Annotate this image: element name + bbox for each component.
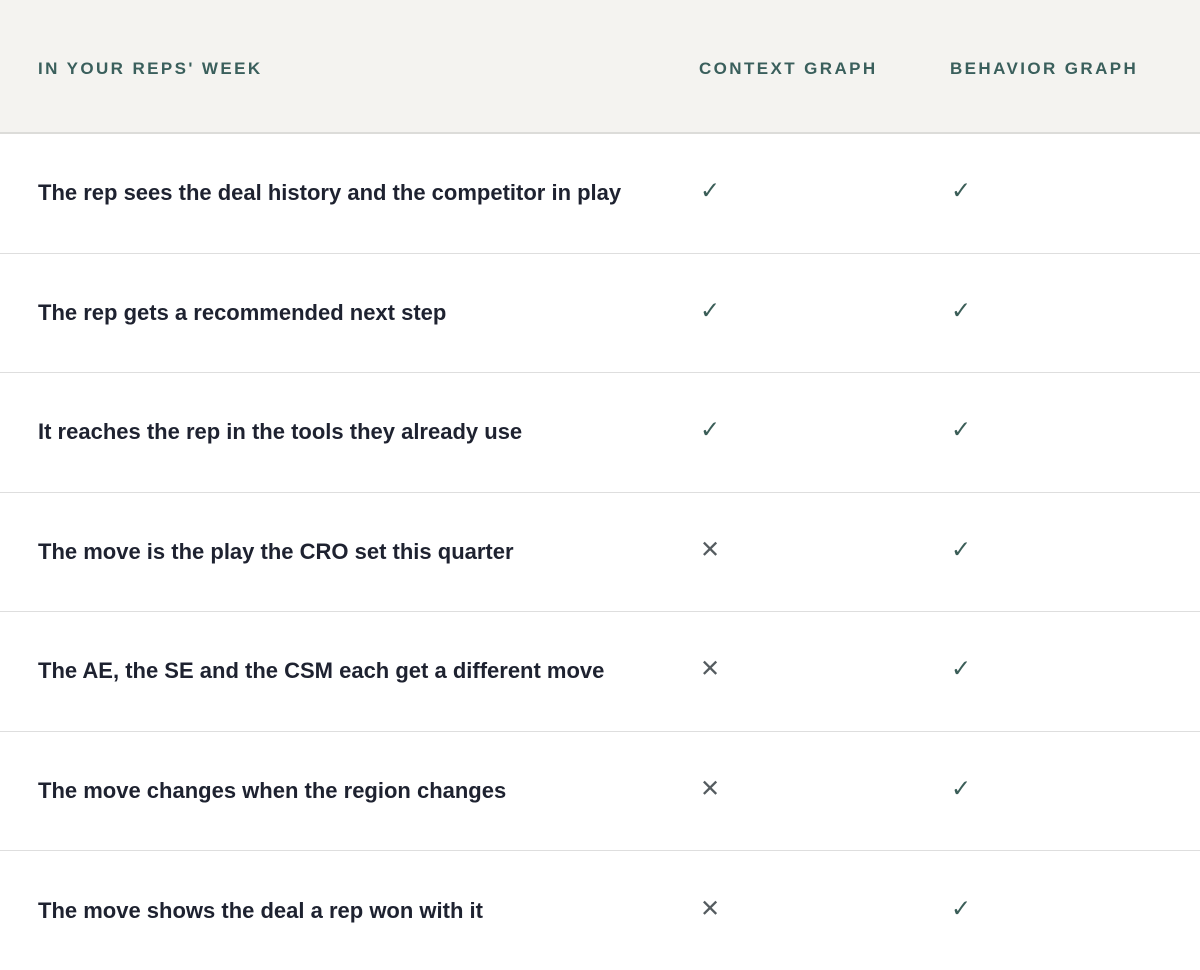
row-label: The move is the play the CRO set this qu… — [38, 538, 514, 564]
check-icon: ✓ — [951, 774, 972, 803]
check-icon: ✓ — [951, 415, 972, 444]
cross-icon: ✕ — [700, 774, 721, 803]
table-row: The rep sees the deal history and the co… — [0, 134, 1200, 254]
table-row: The move is the play the CRO set this qu… — [0, 493, 1200, 612]
row-label: The rep sees the deal history and the co… — [38, 180, 622, 206]
table-row: The move shows the deal a rep won with i… — [0, 851, 1200, 970]
check-icon: ✓ — [951, 296, 972, 325]
row-label: The rep gets a recommended next step — [38, 299, 447, 325]
row-label: The AE, the SE and the CSM each get a di… — [38, 658, 605, 684]
table-row: The AE, the SE and the CSM each get a di… — [0, 612, 1200, 732]
comparison-table: IN YOUR REPS' WEEK CONTEXT GRAPH BEHAVIO… — [0, 0, 1200, 970]
row-label: The move shows the deal a rep won with i… — [38, 897, 483, 923]
check-icon: ✓ — [951, 176, 972, 205]
row-label: It reaches the rep in the tools they alr… — [38, 419, 523, 445]
column-header-behavior-graph: BEHAVIOR GRAPH — [950, 59, 1139, 78]
check-icon: ✓ — [700, 415, 721, 444]
check-icon: ✓ — [951, 654, 972, 683]
column-header-reps-week: IN YOUR REPS' WEEK — [38, 59, 263, 78]
table-row: The move changes when the region changes… — [0, 732, 1200, 851]
check-icon: ✓ — [700, 296, 721, 325]
check-icon: ✓ — [951, 894, 972, 923]
column-header-context-graph: CONTEXT GRAPH — [699, 59, 878, 78]
table-row: The rep gets a recommended next step ✓ ✓ — [0, 254, 1200, 373]
check-icon: ✓ — [951, 535, 972, 564]
row-label: The move changes when the region changes — [38, 777, 507, 803]
cross-icon: ✕ — [700, 894, 721, 923]
check-icon: ✓ — [700, 176, 721, 205]
table-header: IN YOUR REPS' WEEK CONTEXT GRAPH BEHAVIO… — [0, 0, 1200, 134]
cross-icon: ✕ — [700, 654, 721, 683]
cross-icon: ✕ — [700, 535, 721, 564]
table-row: It reaches the rep in the tools they alr… — [0, 373, 1200, 493]
